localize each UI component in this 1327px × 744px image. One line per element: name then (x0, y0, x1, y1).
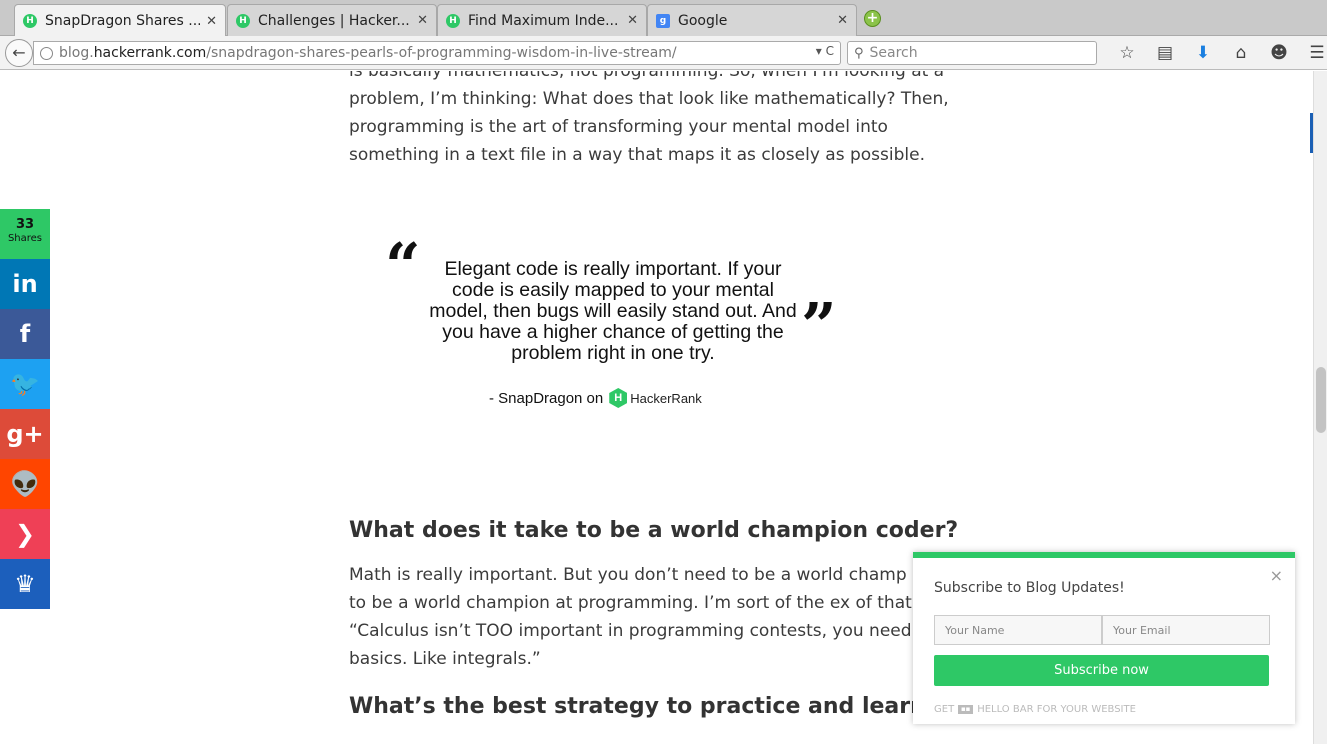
tab-title: Challenges | Hacker... (258, 12, 410, 29)
hackerrank-logo-icon: H (609, 388, 628, 408)
twitter-share-button[interactable]: 🐦 (0, 359, 50, 409)
hackerrank-brand: HackerRank (630, 390, 702, 406)
globe-icon (40, 46, 53, 60)
close-icon[interactable]: × (1270, 566, 1283, 585)
close-icon[interactable]: ✕ (417, 13, 428, 28)
back-arrow-icon[interactable]: ← (5, 39, 33, 67)
hackerrank-icon: H (23, 14, 37, 28)
tab-title: Find Maximum Inde... (468, 12, 619, 29)
close-icon[interactable]: ✕ (837, 13, 848, 28)
tab-google[interactable]: g Google ✕ (647, 4, 857, 36)
attribution-text: - SnapDragon on (489, 389, 604, 407)
crown-icon: ♛ (14, 570, 36, 598)
sumome-share-button[interactable]: ♛ (0, 559, 50, 609)
hello-bar-icon: ▪▪ (958, 705, 974, 714)
search-placeholder: Search (869, 45, 918, 61)
navigation-bar: ← blog. hackerrank.com/snapdragon-shares-… (0, 36, 1327, 70)
hackerrank-icon: H (236, 13, 250, 28)
section-heading: What does it take to be a world champion… (349, 518, 959, 543)
hackerrank-icon: H (446, 13, 460, 28)
quote-text: Elegant code is really important. If you… (429, 258, 797, 364)
hello-bar-link[interactable]: GET ▪▪ HELLO BAR FOR YOUR WEBSITE (934, 704, 1136, 715)
section-heading: What’s the best strategy to practice and… (349, 694, 939, 719)
google-icon: g (656, 13, 670, 28)
close-quote-icon: ” (801, 289, 837, 362)
footer-suffix: HELLO BAR FOR YOUR WEBSITE (977, 704, 1136, 715)
share-count: 33 Shares (0, 209, 50, 259)
article-paragraph: Math is really important. But you don’t … (349, 565, 957, 669)
quote-attribution: - SnapDragon on H HackerRank (489, 388, 702, 408)
search-icon: ⚲ (854, 45, 864, 61)
pocket-smiley-icon[interactable]: ☻ (1260, 43, 1298, 63)
reload-icon[interactable]: ▾ C (816, 44, 834, 58)
tab-title: SnapDragon Shares ... (45, 13, 201, 29)
download-icon[interactable]: ⬇ (1184, 43, 1222, 63)
open-quote-icon: “ (385, 229, 421, 302)
url-path: /snapdragon-shares-pearls-of-programming… (206, 45, 677, 61)
tab-bar: H SnapDragon Shares ... ✕ H Challenges |… (0, 0, 1327, 37)
scrollbar-thumb[interactable] (1316, 367, 1326, 433)
pocket-icon: ❯ (14, 520, 36, 548)
tab-challenges[interactable]: H Challenges | Hacker... ✕ (227, 4, 437, 36)
url-prefix: blog. (59, 45, 94, 61)
reddit-icon: 👽 (10, 470, 40, 498)
article-paragraph: is basically mathematics, not programmin… (349, 71, 949, 165)
page-scrollbar[interactable] (1313, 71, 1327, 744)
share-sidebar: 33 Shares in f 🐦 g+ 👽 ❯ ♛ (0, 209, 50, 609)
facebook-icon: f (19, 320, 31, 348)
new-tab-icon[interactable]: + (864, 10, 881, 27)
pocket-share-button[interactable]: ❯ (0, 509, 50, 559)
quote-image: “ Elegant code is really important. If y… (385, 235, 845, 418)
subscribe-popup: × Subscribe to Blog Updates! Your Name Y… (913, 552, 1295, 724)
url-bar[interactable]: blog. hackerrank.com/snapdragon-shares-pe… (33, 41, 841, 65)
email-field[interactable]: Your Email (1102, 615, 1270, 645)
facebook-share-button[interactable]: f (0, 309, 50, 359)
google-plus-share-button[interactable]: g+ (0, 409, 50, 459)
bookmark-star-icon[interactable]: ☆ (1108, 43, 1146, 63)
reddit-share-button[interactable]: 👽 (0, 459, 50, 509)
search-input[interactable]: ⚲ Search (847, 41, 1097, 65)
tab-title: Google (678, 12, 728, 29)
share-count-number: 33 (15, 217, 35, 232)
twitter-icon: 🐦 (10, 370, 40, 398)
url-host: hackerrank.com (93, 45, 207, 61)
home-icon[interactable]: ⌂ (1222, 43, 1260, 63)
share-count-label: Shares (7, 233, 43, 244)
popup-title: Subscribe to Blog Updates! (934, 580, 1125, 596)
google-plus-icon: g+ (6, 420, 44, 448)
linkedin-share-button[interactable]: in (0, 259, 50, 309)
subscribe-button[interactable]: Subscribe now (934, 655, 1269, 686)
close-icon[interactable]: ✕ (627, 13, 638, 28)
linkedin-icon: in (12, 270, 38, 298)
menu-icon[interactable]: ☰ (1298, 43, 1327, 63)
page-content: is basically mathematics, not programmin… (0, 71, 1313, 744)
footer-prefix: GET (934, 704, 955, 715)
tab-snapdragon[interactable]: H SnapDragon Shares ... ✕ (14, 4, 226, 37)
close-icon[interactable]: ✕ (206, 14, 217, 29)
name-field[interactable]: Your Name (934, 615, 1102, 645)
toolbar-icons: ☆ ▤ ⬇ ⌂ ☻ ☰ (1108, 43, 1327, 63)
tab-find-maximum[interactable]: H Find Maximum Inde... ✕ (437, 4, 647, 36)
reading-list-icon[interactable]: ▤ (1146, 43, 1184, 63)
